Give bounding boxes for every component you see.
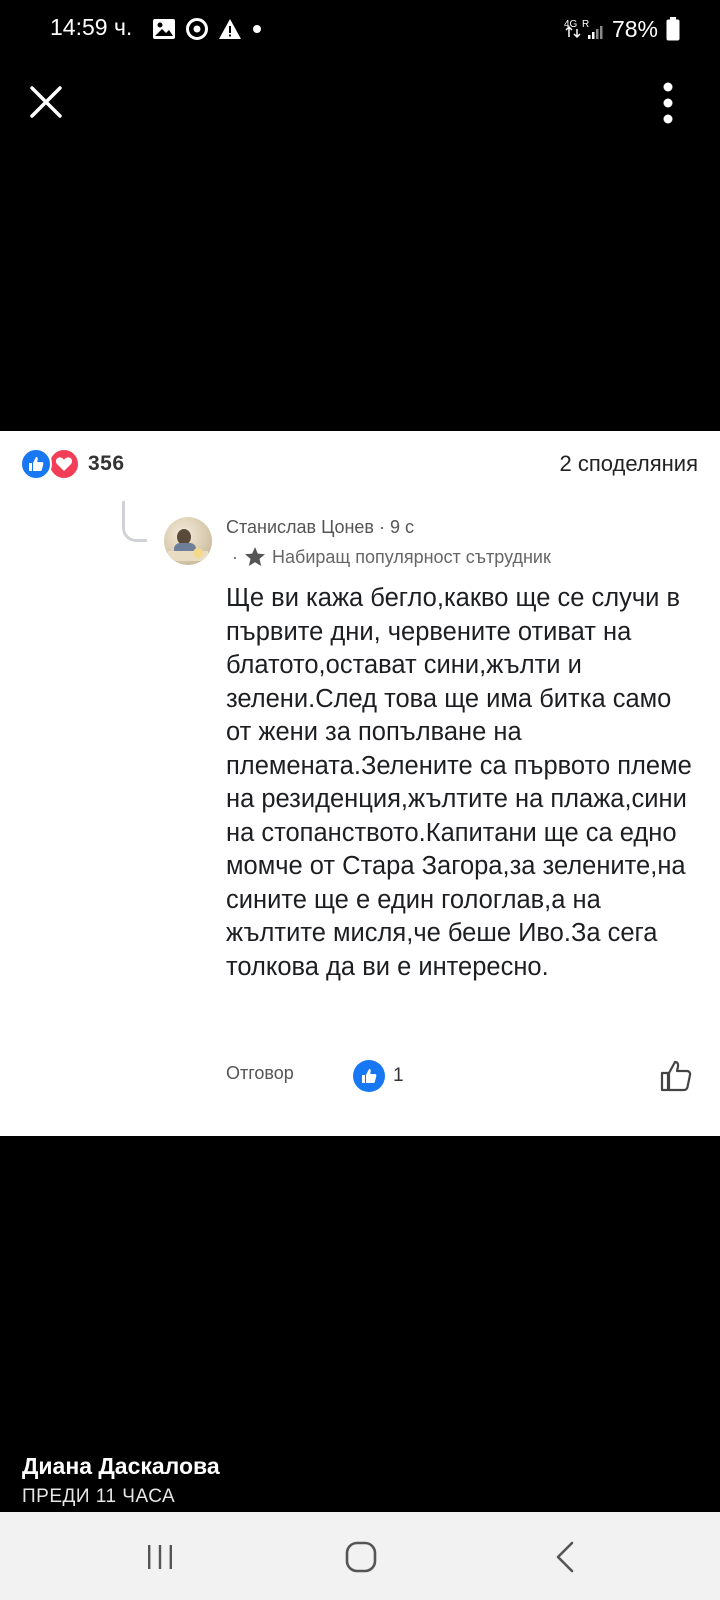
separator-dot: · — [232, 546, 238, 567]
svg-text:R: R — [582, 19, 589, 30]
gallery-icon — [153, 19, 175, 39]
reply-button[interactable]: Отговор — [226, 1063, 294, 1084]
post-time: ПРЕДИ 11 ЧАСА — [22, 1486, 176, 1507]
shares-count[interactable]: 2 споделяния — [560, 451, 698, 477]
status-icons — [152, 14, 262, 44]
reactions-summary[interactable]: 356 — [20, 447, 125, 481]
star-icon — [245, 547, 265, 566]
system-navigation-bar — [0, 1512, 720, 1600]
status-time: 14:59 ч. — [50, 14, 133, 40]
battery-percent: 78% — [611, 15, 658, 42]
more-options-icon[interactable] — [660, 82, 676, 124]
thread-connector — [122, 501, 147, 542]
home-icon[interactable] — [344, 1540, 378, 1574]
contributor-badge: · Набиращ популярност сътрудник — [232, 546, 551, 568]
back-icon[interactable] — [553, 1540, 577, 1574]
comment-author-line: Станислав Цонев · 9 с — [226, 517, 414, 538]
thumbs-up-icon[interactable] — [658, 1058, 694, 1094]
comment-card: 356 2 споделяния Станислав Цонев · 9 с ·… — [0, 431, 720, 1136]
status-right: 4G R 78% — [564, 14, 680, 44]
badge-label: Набиращ популярност сътрудник — [272, 546, 551, 567]
recents-icon[interactable] — [142, 1542, 178, 1572]
comment-time: · 9 с — [378, 517, 414, 537]
like-reaction-icon — [353, 1060, 385, 1092]
like-reaction-icon — [20, 448, 52, 480]
avatar[interactable] — [164, 517, 212, 565]
battery-icon — [666, 17, 680, 41]
signal-icon: 4G R — [564, 19, 603, 39]
love-reaction-icon — [48, 448, 80, 480]
reactions-count: 356 — [88, 452, 125, 475]
browser-icon — [186, 18, 208, 40]
comment-like-count: 1 — [393, 1065, 404, 1086]
notification-dot-icon — [253, 25, 261, 33]
comment-author[interactable]: Станислав Цонев — [226, 517, 374, 537]
post-author[interactable]: Диана Даскалова — [22, 1453, 220, 1480]
comment-like-summary: 1 — [353, 1060, 404, 1092]
close-icon[interactable] — [26, 82, 66, 122]
warning-icon — [219, 19, 241, 39]
comment-text: Ще ви кажа бегло,какво ще се случи в пър… — [226, 584, 692, 981]
